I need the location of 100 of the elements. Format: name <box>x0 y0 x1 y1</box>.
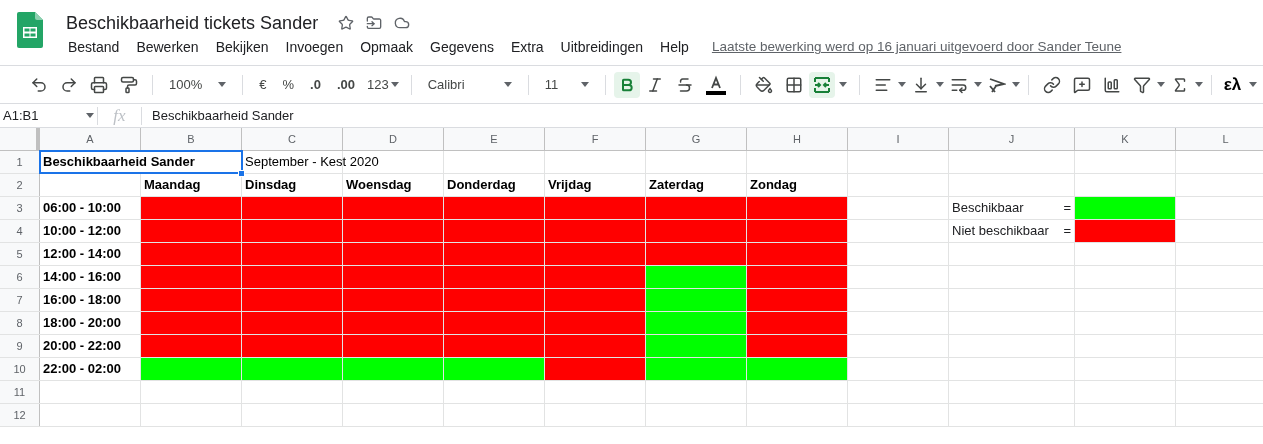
redo-icon[interactable] <box>60 75 78 94</box>
caret-icon[interactable] <box>580 82 589 87</box>
menu-item[interactable]: Bekijken <box>213 37 271 58</box>
cell-text: 12:00 - 14:00 <box>43 244 122 263</box>
print-icon[interactable] <box>90 75 108 94</box>
cell-text: Zondag <box>750 175 797 194</box>
column-header[interactable]: A <box>40 128 141 150</box>
cell-text: 22:00 - 02:00 <box>43 359 122 378</box>
menu-item[interactable]: Gegevens <box>428 37 496 58</box>
fill-color-icon[interactable] <box>754 75 773 94</box>
currency-format[interactable]: € <box>251 74 275 95</box>
zoom-dropdown[interactable]: 100% <box>161 74 235 95</box>
bold-button[interactable] <box>613 71 640 98</box>
caret-icon[interactable] <box>86 113 94 118</box>
move-folder-icon[interactable] <box>366 15 383 31</box>
caret-icon[interactable] <box>897 82 906 87</box>
row-header[interactable]: 11 <box>0 381 40 403</box>
cell-text: Zaterdag <box>649 175 704 194</box>
text-color-icon[interactable] <box>705 74 726 95</box>
menu-item[interactable]: Extra <box>508 37 546 58</box>
cell-text: Woensdag <box>346 175 412 194</box>
row-header[interactable]: 9 <box>0 335 40 357</box>
comment-icon[interactable] <box>1072 75 1091 94</box>
cell-text: September - Kest 2020 <box>245 152 379 171</box>
paint-format-icon[interactable] <box>120 75 138 94</box>
equals-sign: = <box>1063 198 1071 217</box>
cloud-icon[interactable] <box>394 15 411 31</box>
last-edit-link[interactable]: Laatste bewerking werd op 16 januari uitgevoerd door Sander Teune <box>711 37 1122 58</box>
increase-decimals[interactable]: .00 <box>328 74 363 95</box>
row-header[interactable]: 10 <box>0 358 40 380</box>
cell-text: 10:00 - 12:00 <box>43 221 122 240</box>
column-header[interactable]: H <box>747 128 848 150</box>
borders-icon[interactable] <box>784 75 803 94</box>
cell-text: Maandag <box>144 175 201 194</box>
caret-icon[interactable] <box>390 82 399 87</box>
column-header[interactable]: E <box>444 128 545 150</box>
menu-item[interactable]: Bewerken <box>134 37 201 58</box>
legend-label: Niet beschikbaar <box>952 221 1049 240</box>
filter-icon[interactable] <box>1132 75 1151 94</box>
caret-icon[interactable] <box>218 82 227 87</box>
cell-text: 06:00 - 10:00 <box>43 198 122 217</box>
fx-label: fx <box>98 106 142 125</box>
menu-item[interactable]: Opmaak <box>358 37 416 58</box>
cell-text: 20:00 - 22:00 <box>43 336 122 355</box>
row-header[interactable]: 4 <box>0 220 40 242</box>
column-header[interactable]: D <box>343 128 444 150</box>
formula-input[interactable]: Beschikbaarheid Sander <box>142 105 294 126</box>
menu-item[interactable]: Uitbreidingen <box>558 37 646 58</box>
column-header[interactable]: K <box>1075 128 1176 150</box>
undo-icon[interactable] <box>30 75 48 94</box>
column-header[interactable]: L <box>1176 128 1263 150</box>
row-header[interactable]: 5 <box>0 243 40 265</box>
menu-item[interactable]: Bestand <box>66 37 122 58</box>
caret-icon[interactable] <box>1249 82 1258 87</box>
cell-text: Dinsdag <box>245 175 297 194</box>
cell-text: Donderdag <box>447 175 516 194</box>
input-tools-button[interactable]: ελ <box>1219 71 1262 98</box>
merge-cells-icon <box>812 75 831 94</box>
caret-icon[interactable] <box>935 82 944 87</box>
row-header[interactable]: 8 <box>0 312 40 334</box>
equals-sign: = <box>1063 221 1071 240</box>
name-box[interactable]: A1:B1 <box>0 106 98 125</box>
cell-text: Vrijdag <box>548 175 592 194</box>
row-header[interactable]: 12 <box>0 404 40 426</box>
column-header[interactable]: F <box>545 128 646 150</box>
caret-icon[interactable] <box>1194 82 1203 87</box>
font-size-dropdown[interactable]: 11 <box>536 74 597 95</box>
decrease-decimals[interactable]: .0 <box>302 74 329 95</box>
column-header[interactable]: B <box>141 128 242 150</box>
row-header[interactable]: 6 <box>0 266 40 288</box>
percent-format[interactable]: % <box>274 74 303 95</box>
row-header[interactable]: 2 <box>0 174 40 196</box>
menu-item[interactable]: Help <box>658 37 691 58</box>
chart-icon[interactable] <box>1102 75 1121 94</box>
column-header[interactable]: G <box>646 128 747 150</box>
cell-text: 14:00 - 16:00 <box>43 267 122 286</box>
fill-handle[interactable] <box>238 170 245 177</box>
caret-icon[interactable] <box>1156 82 1165 87</box>
link-icon[interactable] <box>1042 75 1061 94</box>
column-header[interactable]: C <box>242 128 343 150</box>
strikethrough-icon[interactable] <box>675 75 694 94</box>
merge-cells-button[interactable] <box>808 71 835 98</box>
menu-item[interactable]: Invoegen <box>283 37 346 58</box>
caret-icon[interactable] <box>503 82 512 87</box>
caret-icon[interactable] <box>1011 82 1020 87</box>
column-header[interactable]: J <box>949 128 1075 150</box>
spreadsheet-logo[interactable] <box>17 12 43 48</box>
font-dropdown[interactable]: Calibri <box>419 74 520 95</box>
caret-icon[interactable] <box>838 82 847 87</box>
row-header[interactable]: 7 <box>0 289 40 311</box>
text-rotation-icon[interactable] <box>987 75 1006 94</box>
column-header[interactable]: I <box>848 128 949 150</box>
legend-label: Beschikbaar <box>952 198 1024 217</box>
row-header[interactable]: 3 <box>0 197 40 219</box>
caret-icon[interactable] <box>973 82 982 87</box>
star-icon[interactable] <box>338 15 355 31</box>
number-format-dropdown[interactable]: 123 <box>362 74 403 95</box>
document-title[interactable]: Beschikbaarheid tickets Sander <box>66 9 319 37</box>
row-header[interactable]: 1 <box>0 151 40 173</box>
cell-text: 16:00 - 18:00 <box>43 290 122 309</box>
